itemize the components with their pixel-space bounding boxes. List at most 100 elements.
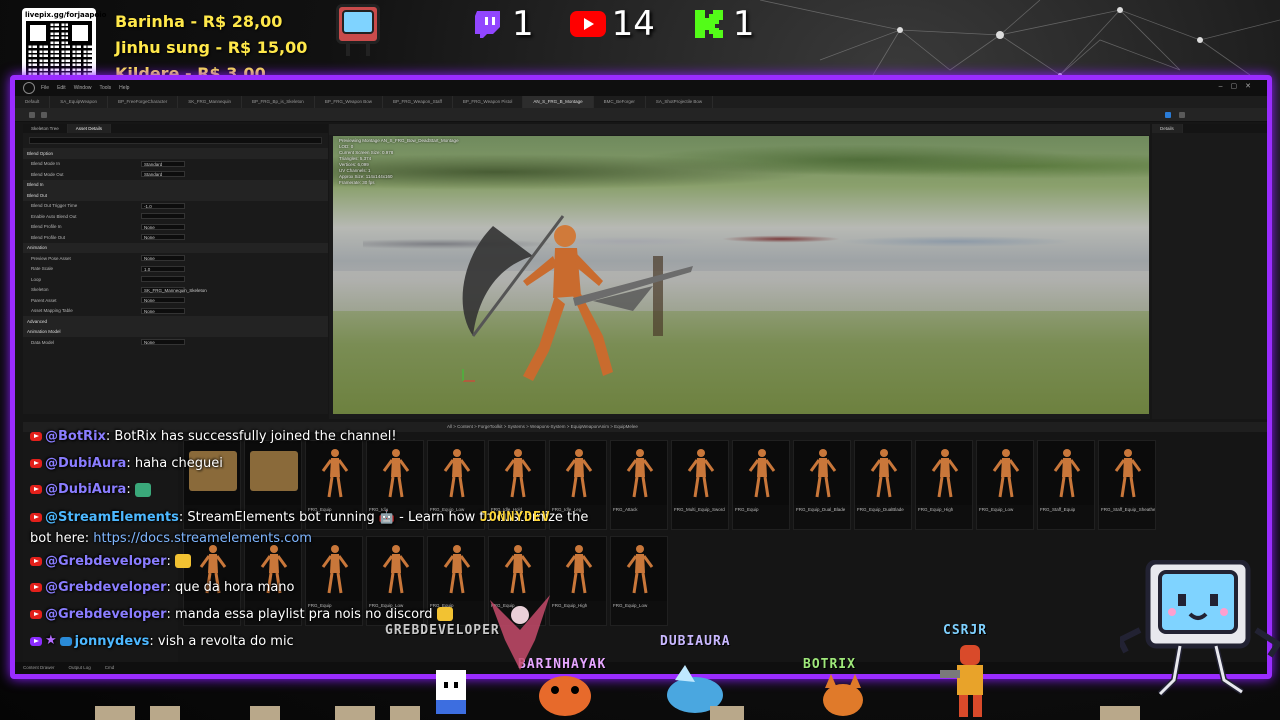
emote-icon xyxy=(175,554,192,568)
tab-default[interactable]: Default xyxy=(15,96,51,108)
asset-tile-label: FRG_Equip_Low xyxy=(979,507,1014,512)
menu-file[interactable]: File xyxy=(41,85,49,91)
property-value-field[interactable]: 1.0 xyxy=(141,265,185,272)
property-value-field[interactable]: SK_FRG_Mannequin_Skeleton xyxy=(141,286,207,293)
asset-tile[interactable]: FRG_Multi_Equip_Sword xyxy=(671,440,729,530)
tab-forge-character[interactable]: BP_FreeForgeCharacter xyxy=(108,96,179,108)
property-label: Preview Pose Asset xyxy=(31,255,71,261)
status-bar: Content Drawer Output Log Cmd xyxy=(15,662,1267,674)
property-value-field[interactable]: None xyxy=(141,297,185,304)
details-property-row[interactable]: Enable Auto Blend Out xyxy=(23,211,328,222)
property-value-field[interactable]: None xyxy=(141,223,185,230)
property-label: Skeleton xyxy=(31,287,49,293)
asset-tile[interactable]: FRG_Equip_Low xyxy=(610,536,668,626)
property-label: Enable Auto Blend Out xyxy=(31,213,77,219)
youtube-count: 14 xyxy=(611,4,655,44)
unreal-logo-icon xyxy=(23,82,35,94)
settings-icon[interactable] xyxy=(1179,112,1185,118)
tab-shot-projectile[interactable]: SA_ShotProjectile Bow xyxy=(646,96,714,108)
twitch-icon xyxy=(470,8,506,40)
robot-mascot-large-icon xyxy=(1120,560,1280,697)
tab-bmc[interactable]: BMC_BeForger xyxy=(594,96,646,108)
property-value-field[interactable]: Standard xyxy=(141,160,185,167)
tab-montage[interactable]: AN_S_FRG_B_Montage xyxy=(523,96,594,108)
details-section-header[interactable]: Animation Model xyxy=(23,326,328,337)
details-property-row[interactable]: Blend Profile In None xyxy=(23,222,328,233)
tab-weapon-pistol[interactable]: BP_FRG_Weapon Pistol xyxy=(453,96,524,108)
details-section-header[interactable]: Animation xyxy=(23,242,328,253)
tab-weapon-bow[interactable]: BP_FRG_Weapon Bow xyxy=(315,96,384,108)
details-section-header[interactable]: Blend In xyxy=(23,179,328,190)
kick-count: 1 xyxy=(732,4,755,44)
twitch-badge-icon xyxy=(30,636,42,646)
property-value-field[interactable]: None xyxy=(141,339,185,346)
asset-tile[interactable]: FRG_Equip_High xyxy=(915,440,973,530)
asset-tile[interactable]: FRG_Equip_DualBlade xyxy=(854,440,912,530)
asset-tile[interactable]: FRG_Equip_Dual_Blade xyxy=(793,440,851,530)
menu-window[interactable]: Window xyxy=(74,85,92,91)
preview-viewport[interactable]: Previewing Montage AN_S_FRG_Bow_DeadStar… xyxy=(329,124,1150,419)
asset-tile[interactable]: FRG_Equip xyxy=(732,440,790,530)
tab-asset-details[interactable]: Asset Details xyxy=(67,124,112,133)
menu-edit[interactable]: Edit xyxy=(57,85,66,91)
title-bar: File Edit Window Tools Help –▢✕ xyxy=(15,80,1267,96)
robot-mascot-icon xyxy=(332,2,384,58)
details-property-row[interactable]: Asset Mapping Table None xyxy=(23,306,328,317)
property-label: Blend Out Trigger Time xyxy=(31,203,78,209)
property-value-field[interactable]: None xyxy=(141,234,185,241)
details-property-row[interactable]: Blend Out Trigger Time -1.0 xyxy=(23,201,328,212)
animation-thumbnail xyxy=(977,441,1033,505)
viewer-stats: 1 14 1 xyxy=(470,4,781,44)
tab-weapon-staff[interactable]: BP_FRG_Weapon_Staff xyxy=(383,96,453,108)
tab-details[interactable]: Details xyxy=(1152,124,1183,133)
details-property-row[interactable]: Loop xyxy=(23,274,328,285)
save-icon[interactable] xyxy=(29,112,35,118)
viewport-scene[interactable]: Previewing Montage AN_S_FRG_Bow_DeadStar… xyxy=(333,136,1149,414)
emote-icon xyxy=(134,482,151,497)
tab-skeleton-tree[interactable]: Skeleton Tree xyxy=(23,124,68,133)
details-property-row[interactable]: Blend Mode Out Standard xyxy=(23,169,328,180)
mannequin-character xyxy=(462,215,693,382)
property-value-field[interactable]: None xyxy=(141,255,185,262)
property-value-field[interactable] xyxy=(141,276,185,283)
details-property-row[interactable]: Skeleton SK_FRG_Mannequin_Skeleton xyxy=(23,285,328,296)
main-toolbar xyxy=(15,108,1267,122)
menu-help[interactable]: Help xyxy=(119,85,129,91)
details-property-row[interactable]: Blend Profile Out None xyxy=(23,232,328,243)
details-property-row[interactable]: Preview Pose Asset None xyxy=(23,253,328,264)
property-value-field[interactable]: -1.0 xyxy=(141,202,185,209)
tab-skeleton[interactable]: BP_FRG_Bp_is_Skeleton xyxy=(242,96,315,108)
window-controls[interactable]: –▢✕ xyxy=(1219,82,1259,90)
asset-tile-label: FRG_Staff_Equip xyxy=(1040,507,1076,512)
details-property-row[interactable]: Rate Scale 1.0 xyxy=(23,264,328,275)
output-log-button[interactable]: Output Log xyxy=(69,665,91,671)
details-section-header[interactable]: Advanced xyxy=(23,316,328,327)
asset-tile[interactable]: FRG_Staff_Equip_Sheathe xyxy=(1098,440,1156,530)
chat-message: @BotRix: BotRix has successfully joined … xyxy=(30,424,590,451)
kick-stat: 1 xyxy=(691,4,755,44)
details-property-row[interactable]: Data Model None xyxy=(23,337,328,348)
property-label: Blend Mode In xyxy=(31,161,61,167)
details-property-row[interactable]: Blend Mode In Standard xyxy=(23,159,328,170)
asset-tile[interactable]: FRG_Attack xyxy=(610,440,668,530)
details-property-row[interactable]: Parent Asset None xyxy=(23,295,328,306)
property-label: Animation xyxy=(27,245,48,251)
mode-icon[interactable] xyxy=(1165,112,1171,118)
content-drawer-button[interactable]: Content Drawer xyxy=(23,665,55,671)
tab-equip-weapon[interactable]: SA_EquipWeapon xyxy=(50,96,108,108)
cmd-input[interactable]: Cmd xyxy=(105,665,115,671)
asset-tile[interactable]: FRG_Staff_Equip xyxy=(1037,440,1095,530)
browse-icon[interactable] xyxy=(41,112,47,118)
details-section-header[interactable]: Blend Out xyxy=(23,190,328,201)
details-search-input[interactable] xyxy=(29,137,322,144)
property-value-field[interactable]: Standard xyxy=(141,171,185,178)
property-value-field[interactable] xyxy=(141,213,185,220)
property-value-field[interactable]: None xyxy=(141,307,185,314)
menu-tools[interactable]: Tools xyxy=(99,85,111,91)
tab-mannequin[interactable]: SK_FRG_Mannequin xyxy=(178,96,243,108)
viewport-toolbar[interactable] xyxy=(329,124,1150,135)
asset-tile[interactable]: FRG_Equip_Low xyxy=(976,440,1034,530)
details-section-header[interactable]: Blend Option xyxy=(23,148,328,159)
donation-item: Jinhu sung - R$ 15,00 xyxy=(115,38,308,57)
chat-link[interactable]: https://docs.streamelements.com xyxy=(93,531,312,546)
